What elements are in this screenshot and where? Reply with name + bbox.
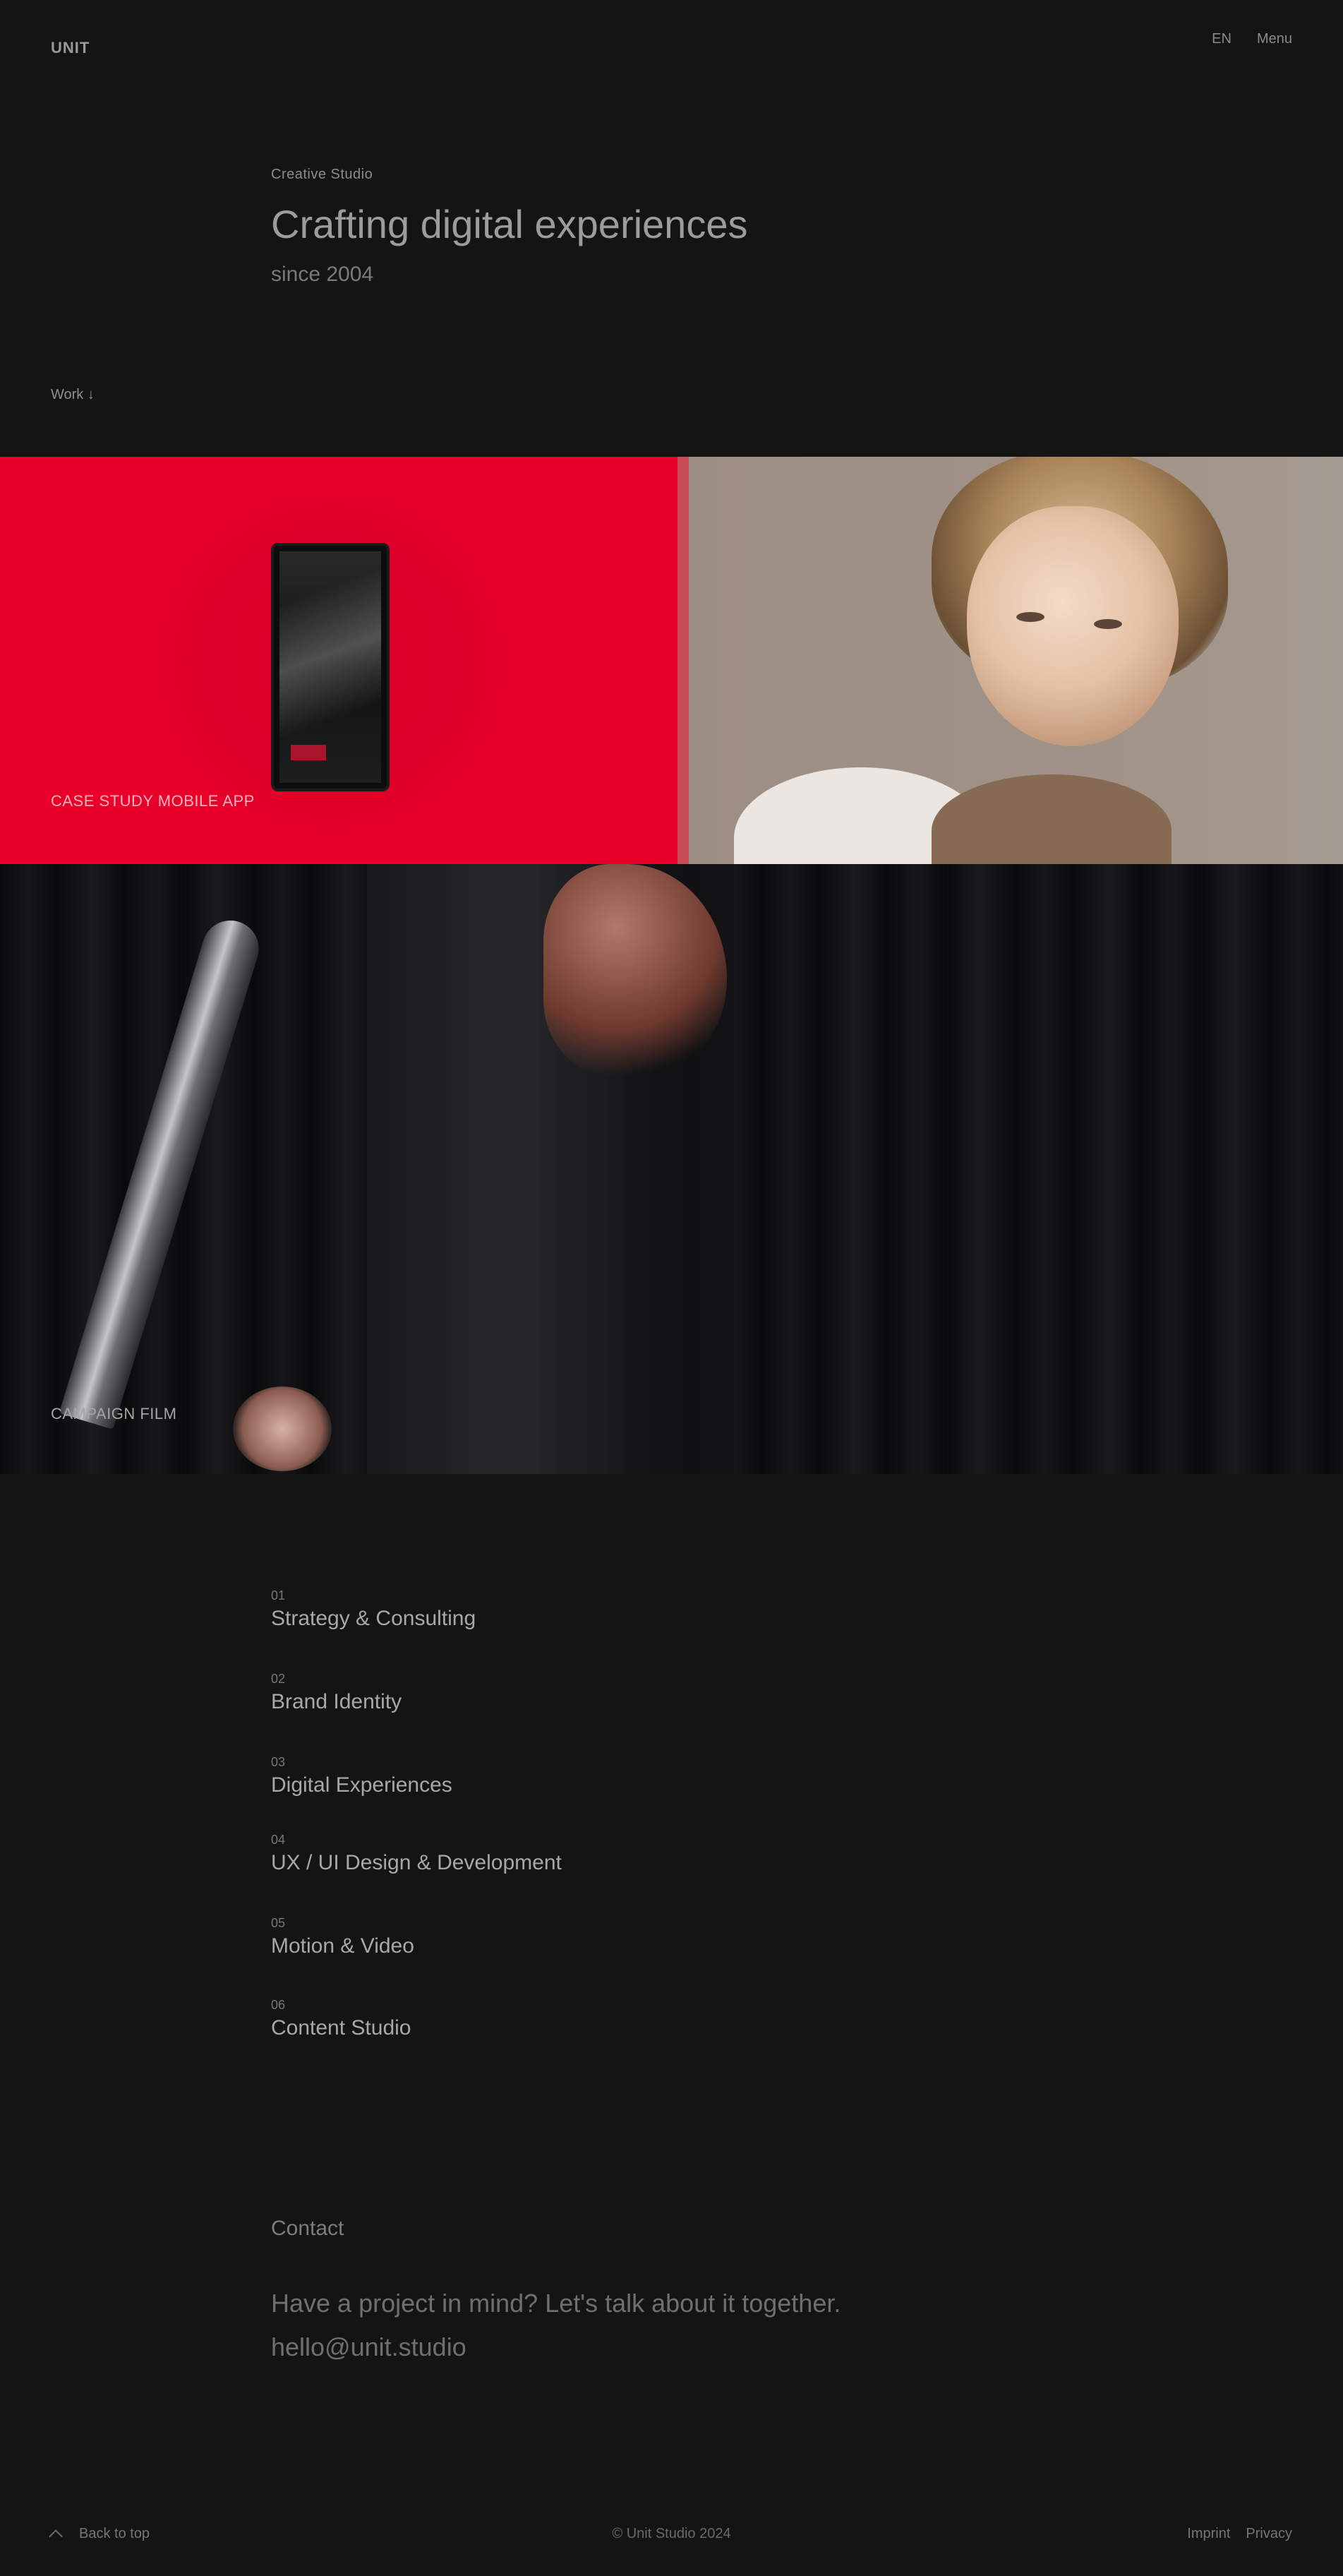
hand-bottom	[233, 1386, 332, 1471]
service-title: Brand Identity	[271, 1690, 402, 1713]
project-tile-mobile-app[interactable]: CASE STUDY MOBILE APP	[0, 457, 677, 864]
service-title: Content Studio	[271, 2016, 411, 2039]
intro-heading: Crafting digital experiences	[271, 202, 748, 246]
privacy-link[interactable]: Privacy	[1246, 2526, 1292, 2542]
site-footer: Back to top © Unit Studio 2024 Imprint P…	[0, 2513, 1343, 2556]
contact-text[interactable]: Have a project in mind? Let's talk about…	[271, 2282, 906, 2369]
project-tile-label: CASE STUDY MOBILE APP	[51, 792, 255, 810]
intro-subheading: since 2004	[271, 263, 374, 286]
service-item[interactable]: 04 UX / UI Design & Development	[271, 1833, 562, 1875]
contact-heading: Contact	[271, 2217, 344, 2240]
project-tile-portrait[interactable]	[677, 457, 1343, 864]
footer-copyright: © Unit Studio 2024	[612, 2526, 731, 2541]
portrait-edge-stripe	[677, 457, 689, 864]
language-switch[interactable]: EN	[1212, 31, 1231, 47]
service-item[interactable]: 03 Digital Experiences	[271, 1755, 452, 1797]
top-nav: EN Menu	[1212, 31, 1292, 47]
phone-accent	[291, 745, 326, 760]
service-item[interactable]: 06 Content Studio	[271, 1998, 411, 2040]
portrait-eye-right	[1094, 619, 1122, 629]
service-number: 06	[271, 1998, 286, 2012]
site-logo[interactable]: UNIT	[51, 32, 121, 64]
scroll-to-work-link[interactable]: Work ↓	[51, 387, 95, 403]
service-number: 05	[271, 1916, 286, 1930]
service-number: 02	[271, 1672, 286, 1686]
service-number: 01	[271, 1588, 286, 1602]
service-title: Digital Experiences	[271, 1773, 452, 1797]
imprint-link[interactable]: Imprint	[1187, 2526, 1230, 2542]
menu-button[interactable]: Menu	[1257, 31, 1292, 47]
intro-eyebrow: Creative Studio	[271, 167, 373, 182]
service-title: Strategy & Consulting	[271, 1607, 476, 1630]
footer-links: Imprint Privacy	[1187, 2526, 1292, 2542]
service-title: Motion & Video	[271, 1934, 414, 1958]
project-tile-campaign[interactable]: CAMPAIGN FILM	[0, 864, 1343, 1474]
service-item[interactable]: 01 Strategy & Consulting	[271, 1588, 476, 1631]
service-item[interactable]: 05 Motion & Video	[271, 1916, 414, 1958]
service-number: 04	[271, 1833, 286, 1847]
service-item[interactable]: 02 Brand Identity	[271, 1672, 402, 1714]
site-header: UNIT EN Menu	[0, 0, 1343, 106]
service-number: 03	[271, 1755, 286, 1769]
project-tile-label: CAMPAIGN FILM	[51, 1405, 177, 1422]
phone-mockup	[271, 543, 390, 791]
portrait-eye-left	[1016, 612, 1044, 622]
service-title: UX / UI Design & Development	[271, 1851, 562, 1874]
portrait-face	[967, 506, 1179, 746]
